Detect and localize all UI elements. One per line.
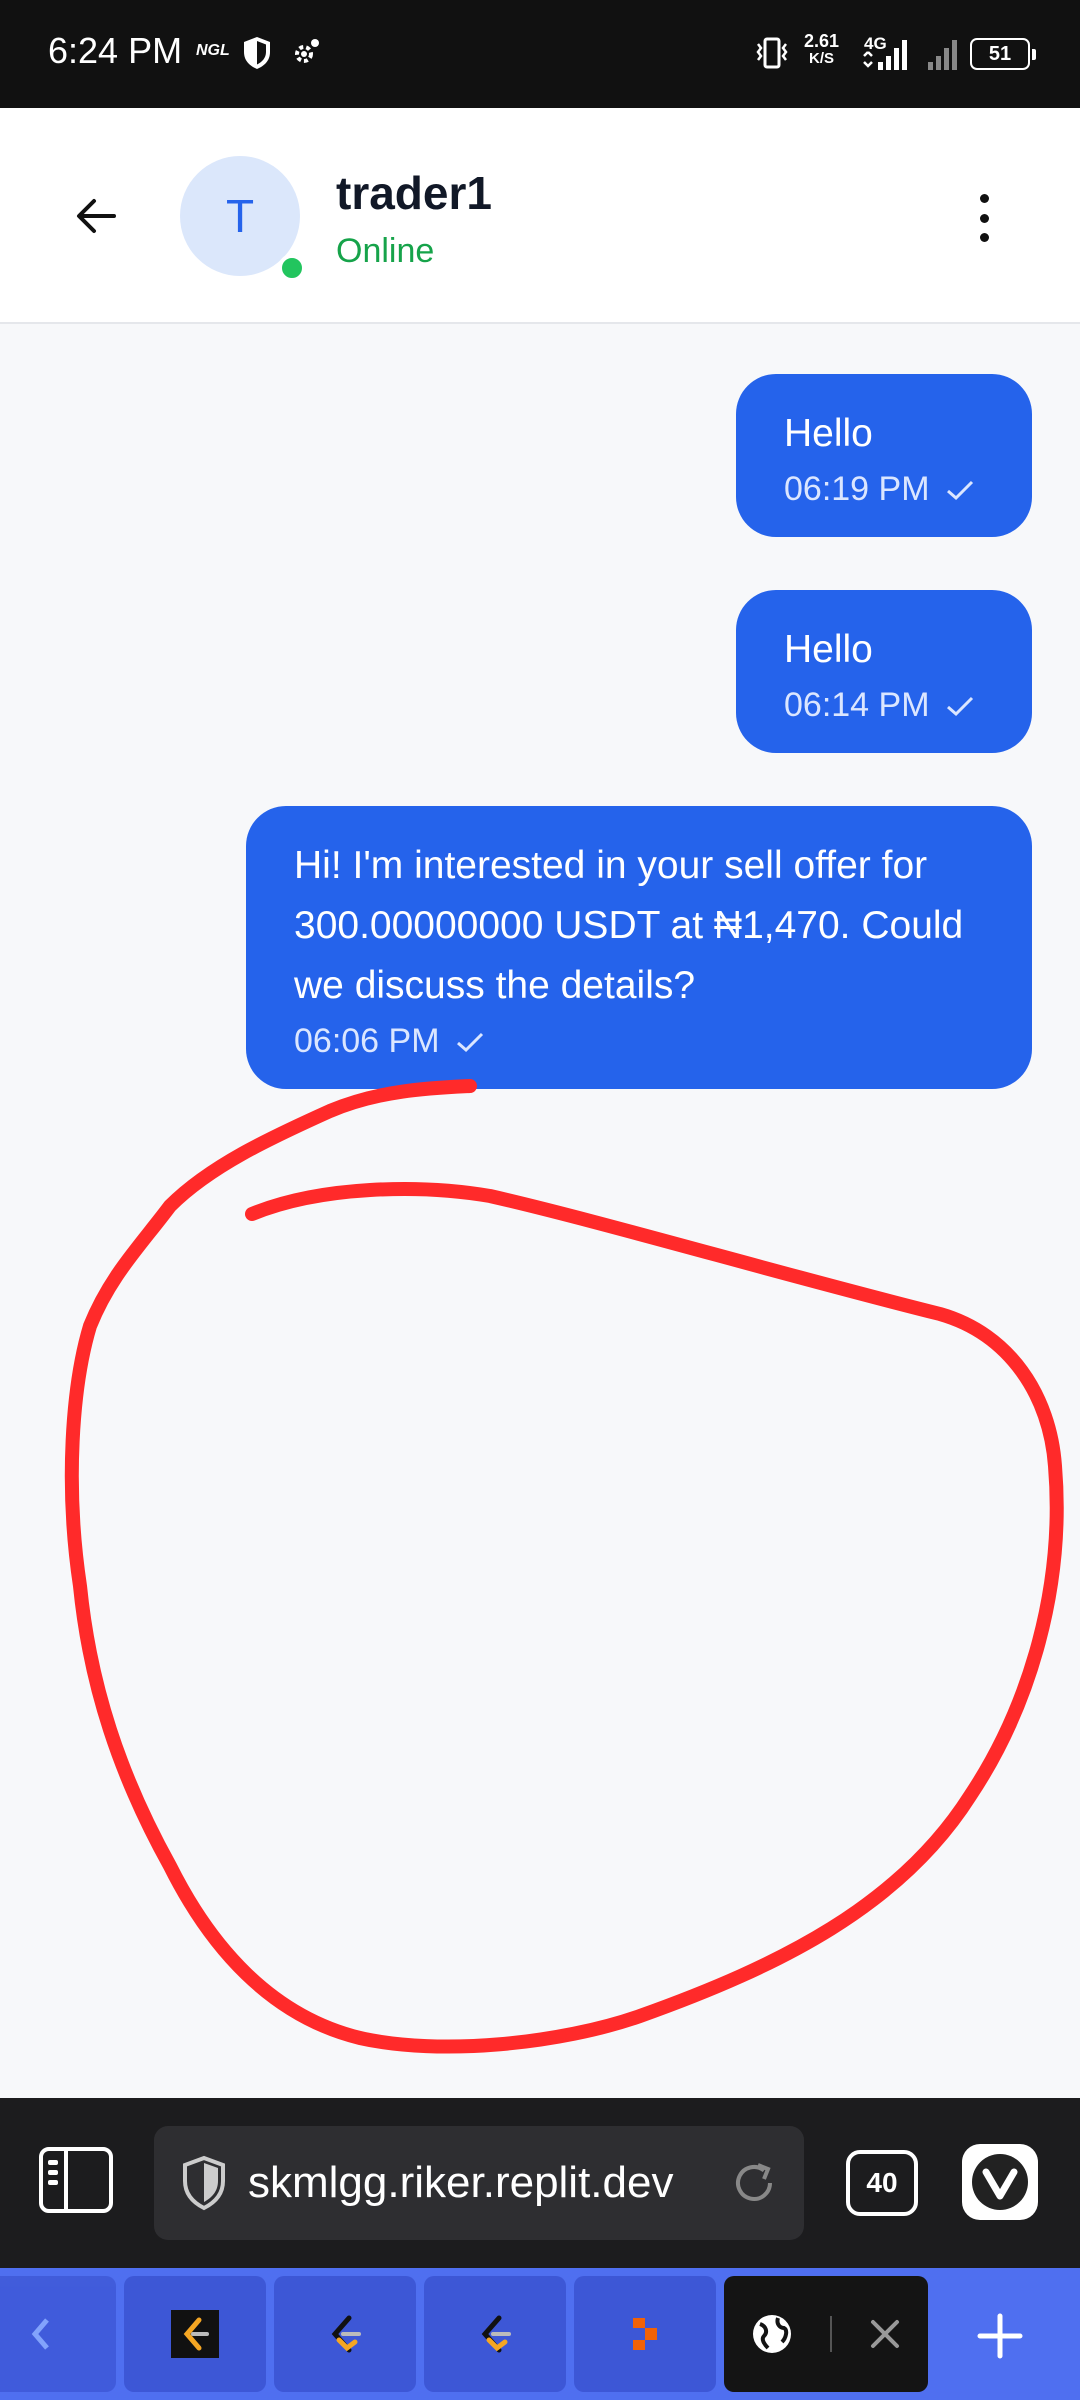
tab-thumbnail[interactable] <box>274 2276 416 2392</box>
gear-icon <box>290 36 322 73</box>
tab-thumbnail[interactable] <box>424 2276 566 2392</box>
tab-count-button[interactable]: 40 <box>846 2150 918 2216</box>
message-list: Hello 06:19 PM Hello 06:14 PM Hi! I'm in… <box>0 326 1080 2098</box>
url-text[interactable]: skmlgg.riker.replit.dev <box>248 2158 724 2208</box>
browser-toolbar: skmlgg.riker.replit.dev 40 <box>0 2098 1080 2268</box>
message-meta: 06:19 PM <box>784 470 984 509</box>
tab-thumbnail[interactable] <box>0 2276 116 2392</box>
online-indicator <box>278 254 306 282</box>
tab-separator <box>830 2316 832 2352</box>
check-icon <box>946 480 973 500</box>
message-time: 06:14 PM <box>784 686 930 724</box>
contact-status: Online <box>336 232 435 270</box>
message-time: 06:06 PM <box>294 1022 440 1060</box>
globe-icon <box>753 2315 791 2353</box>
vibrate-icon <box>752 36 792 75</box>
contact-name[interactable]: trader1 <box>336 166 492 220</box>
leetcode-icon <box>481 2315 511 2353</box>
reload-icon[interactable] <box>724 2159 784 2207</box>
net-speed: 2.61 K/S <box>804 32 839 68</box>
panel-icon <box>39 2147 113 2213</box>
close-icon[interactable] <box>868 2317 902 2351</box>
more-options-button[interactable] <box>964 194 1004 242</box>
site-icon <box>31 2318 49 2350</box>
shield-icon <box>242 36 272 75</box>
shield-icon[interactable] <box>174 2155 234 2211</box>
carrier-badge: NGL <box>196 42 230 59</box>
message-text: Hello <box>784 412 873 455</box>
net-speed-unit: K/S <box>809 50 835 67</box>
message-text: Hello <box>784 628 873 671</box>
vivaldi-menu-button[interactable] <box>962 2144 1038 2220</box>
leetcode-icon <box>171 2310 219 2358</box>
replit-icon <box>633 2318 657 2350</box>
message-bubble[interactable]: Hi! I'm interested in your sell offer fo… <box>246 806 1032 1089</box>
new-tab-button[interactable] <box>958 2294 1042 2378</box>
status-time: 6:24 PM <box>48 30 183 71</box>
message-meta: 06:06 PM <box>294 1022 984 1061</box>
check-icon <box>456 1032 483 1052</box>
net-speed-value: 2.61 <box>804 31 840 51</box>
back-button[interactable] <box>68 188 124 244</box>
panel-toggle-button[interactable] <box>36 2144 116 2216</box>
tab-thumbnail[interactable] <box>574 2276 716 2392</box>
more-vertical-icon <box>979 194 989 203</box>
tab-strip <box>0 2268 1080 2400</box>
battery-indicator: 51 <box>970 38 1036 70</box>
status-bar: 6:24 PM NGL 2.61 K/S 4G 51 <box>0 0 1080 108</box>
check-icon <box>946 696 973 716</box>
active-tab[interactable] <box>724 2276 928 2392</box>
chat-header: T trader1 Online <box>0 108 1080 324</box>
signal-weak-icon <box>926 38 962 77</box>
address-bar[interactable]: skmlgg.riker.replit.dev <box>154 2126 804 2240</box>
message-bubble[interactable]: Hello 06:14 PM <box>736 590 1032 753</box>
signal-icon <box>862 38 912 77</box>
message-text: Hi! I'm interested in your sell offer fo… <box>294 844 964 1007</box>
plus-icon <box>977 2313 1023 2359</box>
message-meta: 06:14 PM <box>784 686 984 725</box>
tab-thumbnail[interactable] <box>124 2276 266 2392</box>
message-bubble[interactable]: Hello 06:19 PM <box>736 374 1032 537</box>
vivaldi-logo-icon <box>972 2154 1028 2210</box>
arrow-left-icon <box>77 199 116 233</box>
message-time: 06:19 PM <box>784 470 930 508</box>
leetcode-icon <box>331 2315 361 2353</box>
